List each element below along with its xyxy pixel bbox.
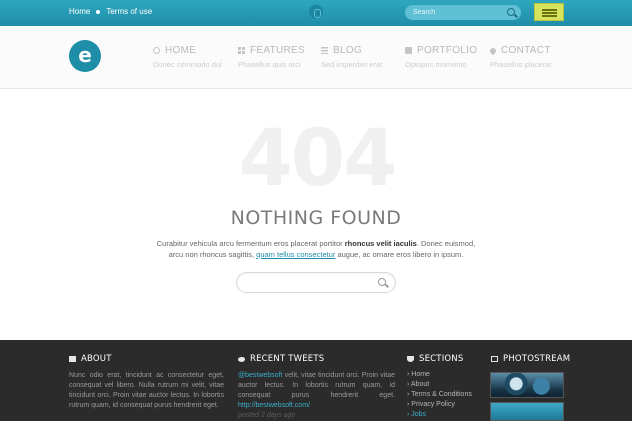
tweet-url-link[interactable]: http://bestwebsoft.com/ (238, 402, 310, 409)
nav-item-label: HOME (165, 45, 197, 56)
breadcrumb-terms-of-use[interactable]: Terms of use (106, 7, 152, 16)
hamburger-line (542, 9, 557, 11)
site-logo[interactable]: e (69, 40, 101, 72)
section-link-privacy[interactable]: › Privacy Policy (407, 400, 487, 410)
section-link-label: Privacy Policy (411, 401, 455, 408)
search-icon[interactable] (507, 8, 515, 16)
error-text-part: Curabitur vehicula arcu fermentum eros p… (156, 239, 345, 248)
error-text-bold: rhoncus velit iaculis (344, 239, 417, 248)
footer-heading: PHOTOSTREAM (503, 354, 571, 364)
breadcrumb-separator (96, 9, 101, 14)
hamburger-menu-button[interactable] (534, 3, 564, 21)
nav-item-contact[interactable]: CONTACT Phasellus placerat (488, 45, 552, 69)
main-header: e HOME Donec commodo dui FEATURES Phasel… (0, 26, 632, 89)
error-text-part: augue, ac ornare eros libero in ipsum. (335, 250, 464, 259)
nav-item-home[interactable]: HOME Donec commodo dui (153, 45, 222, 69)
search-icon[interactable] (378, 278, 386, 286)
section-link-about[interactable]: › About (407, 380, 487, 390)
nav-item-subtitle: Donec commodo dui (153, 60, 222, 69)
nav-item-label: BLOG (333, 45, 362, 56)
list-icon (321, 47, 328, 54)
tweet: @bestwebsoft velit, vitae tincidunt orci… (238, 371, 395, 421)
error-code-watermark: 404 (238, 114, 398, 204)
footer-heading: ABOUT (81, 354, 112, 364)
shield-icon (407, 356, 414, 362)
grid-icon (238, 47, 245, 54)
section-link-label: Home (411, 371, 430, 378)
footer-about: ABOUT Nunc odio erat, tincidunt ac conse… (69, 354, 224, 411)
people-icon (153, 47, 160, 54)
nav-item-label: FEATURES (250, 45, 305, 56)
nav-item-blog[interactable]: BLOG Sed imperdiet erat (321, 45, 382, 69)
page-search-input[interactable] (247, 276, 367, 289)
twitter-bird-icon (238, 356, 245, 362)
nav-item-label: PORTFOLIO (417, 45, 478, 56)
hamburger-line (542, 15, 557, 17)
hamburger-line (542, 12, 557, 14)
photostream-thumbnail[interactable] (490, 372, 564, 398)
error-text-link[interactable]: quam tellus consectetur (256, 250, 335, 259)
nav-item-portfolio[interactable]: PORTFOLIO Optopus momento (405, 45, 477, 69)
breadcrumb: Home Terms of use (69, 7, 152, 16)
footer-photostream: PHOTOSTREAM (491, 354, 571, 364)
nav-item-subtitle: Optopus momento (405, 60, 467, 69)
about-text: Nunc odio erat, tincidunt ac consectetur… (69, 372, 224, 409)
error-description: Curabitur vehicula arcu fermentum eros p… (150, 238, 482, 260)
top-search (405, 5, 521, 20)
section-link-label: Terms & Conditions (411, 391, 472, 398)
section-link-terms[interactable]: › Terms & Conditions (407, 390, 487, 400)
top-search-input[interactable] (413, 6, 503, 19)
photostream-thumbnail[interactable] (490, 402, 564, 421)
folder-icon (405, 47, 412, 54)
nav-item-subtitle: Phasellus placerat (490, 60, 552, 69)
tweet-handle-link[interactable]: @bestwebsoft (238, 372, 282, 379)
image-icon (491, 356, 498, 362)
nav-item-label: CONTACT (501, 45, 551, 56)
section-link-label: About (410, 381, 430, 388)
section-link-home[interactable]: › Home (407, 370, 487, 380)
page-title: NOTHING FOUND (230, 207, 402, 229)
nav-item-subtitle: Sed imperdiet erat (321, 60, 383, 69)
mouse-scroll-icon (308, 4, 324, 20)
nav-item-features[interactable]: FEATURES Phasellus quis orci (238, 45, 305, 69)
footer-heading: RECENT TWEETS (250, 354, 325, 364)
footer-recent-tweets: RECENT TWEETS @bestwebsoft velit, vitae … (238, 354, 395, 421)
footer-sections: SECTIONS › Home › About › Terms & Condit… (407, 354, 487, 420)
info-card-icon (69, 356, 76, 362)
breadcrumb-home[interactable]: Home (69, 7, 90, 16)
footer-heading: SECTIONS (419, 354, 464, 364)
section-link-label: Jobs (411, 411, 427, 418)
nav-item-subtitle: Phasellus quis orci (238, 60, 301, 69)
top-bar: Home Terms of use (0, 0, 632, 26)
tweet-time: posted 2 days ago (238, 412, 296, 419)
sections-list: › Home › About › Terms & Conditions › Pr… (407, 370, 487, 420)
section-link-jobs[interactable]: › Jobs (407, 410, 487, 420)
map-pin-icon (488, 46, 498, 55)
page-search (236, 272, 396, 293)
